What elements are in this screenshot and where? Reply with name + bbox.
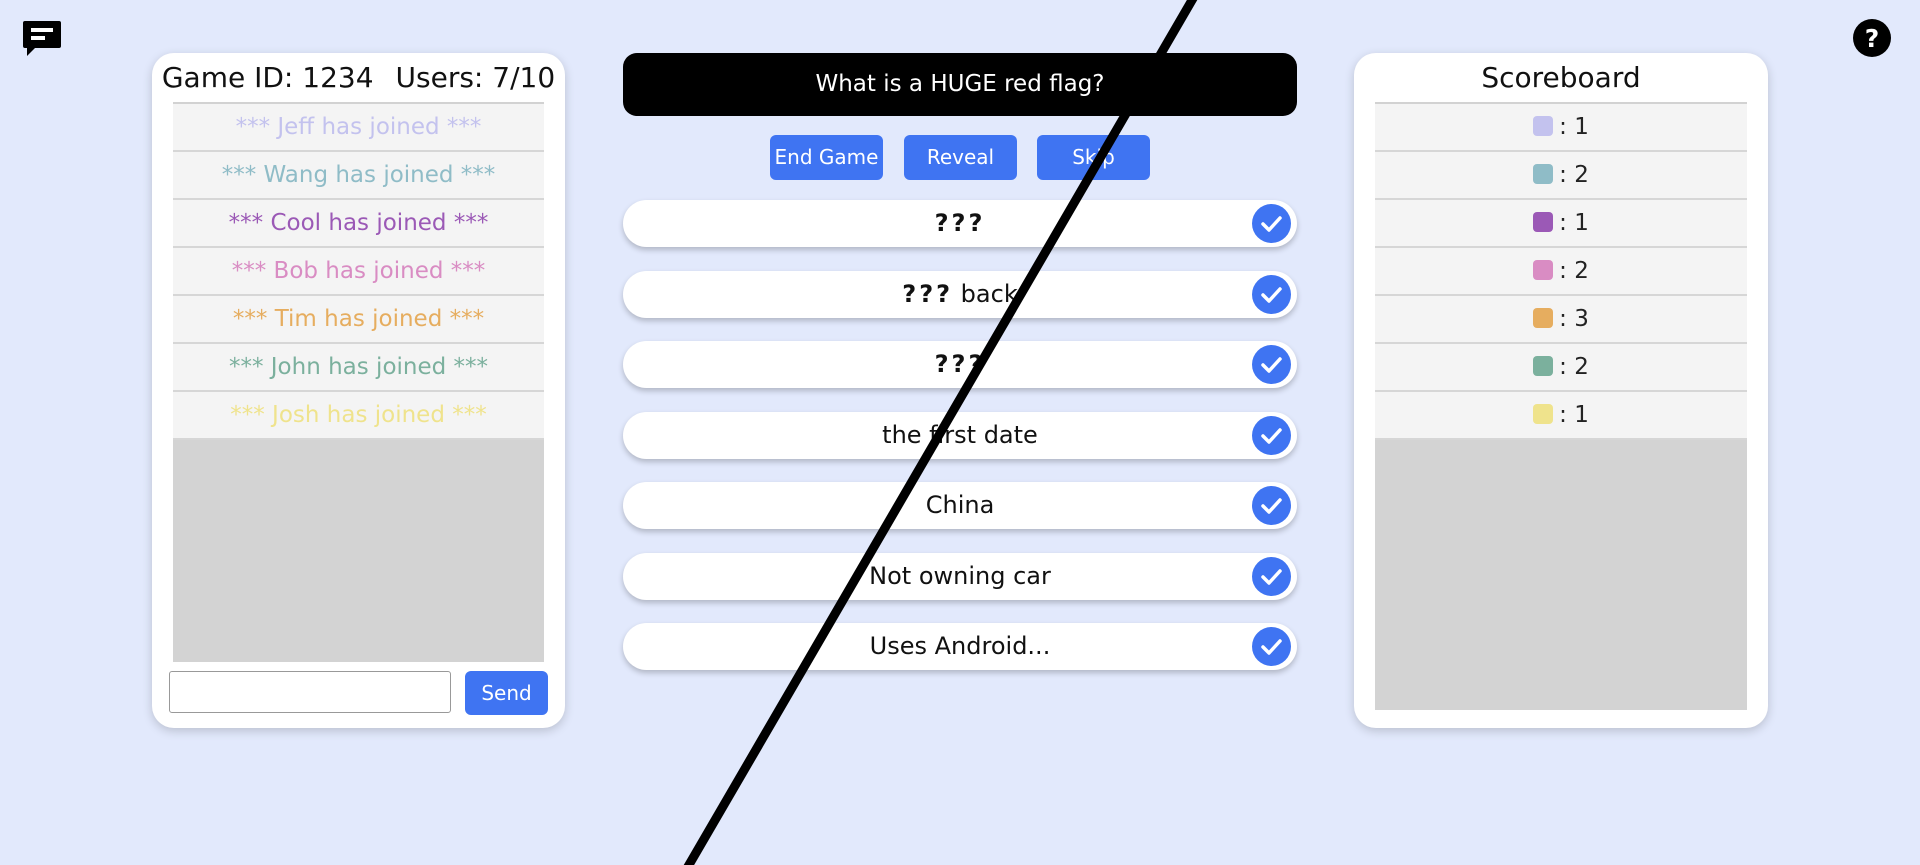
chat-message: *** John has joined *** (173, 344, 544, 392)
answer-card[interactable]: ??? (623, 341, 1297, 388)
answer-text: China (925, 491, 995, 519)
chat-message-list[interactable]: *** Jeff has joined *** *** Wang has join… (173, 102, 544, 662)
score-list: : 1 : 2 : 1 : 2 : 3 : 2 : 1 (1375, 102, 1747, 710)
answer-card[interactable]: ??? (623, 200, 1297, 247)
skip-button[interactable]: Skip (1037, 135, 1150, 180)
answer-card[interactable]: the first date (623, 411, 1297, 459)
checkmark-icon[interactable] (1252, 204, 1291, 243)
scoreboard-title: Scoreboard (1481, 61, 1641, 94)
checkmark-icon[interactable] (1252, 556, 1291, 596)
answer-text: ??? (934, 350, 986, 378)
player-color-swatch (1533, 260, 1554, 280)
chat-message: *** Josh has joined *** (173, 392, 544, 440)
checkmark-icon[interactable] (1252, 415, 1291, 455)
question-banner: What is a HUGE red flag? (623, 53, 1297, 116)
score-value: : 2 (1559, 258, 1589, 284)
answer-text: ??? (934, 209, 986, 237)
chat-message: *** Cool has joined *** (173, 200, 544, 248)
chat-bubble-icon[interactable] (22, 18, 62, 58)
player-color-swatch (1533, 308, 1554, 328)
score-row: : 2 (1375, 152, 1747, 200)
score-row: : 1 (1375, 104, 1747, 152)
answer-text: ??? back (902, 279, 1018, 308)
answer-text: Uses Android... (869, 632, 1051, 660)
chat-message-input[interactable] (169, 671, 451, 713)
score-row: : 2 (1375, 248, 1747, 296)
send-button[interactable]: Send (465, 671, 548, 715)
score-value: : 1 (1559, 402, 1589, 428)
game-id-label: Game ID: 1234 (161, 61, 374, 94)
score-value: : 3 (1559, 306, 1589, 332)
chat-panel: Game ID: 1234 Users: 7/10 *** Jeff has jo… (152, 53, 565, 728)
answer-card[interactable]: Not owning car (623, 552, 1297, 600)
checkmark-icon[interactable] (1252, 345, 1291, 384)
score-value: : 1 (1559, 210, 1589, 236)
question-mark-icon[interactable]: ? (1852, 18, 1892, 58)
chat-message: *** Jeff has joined *** (173, 104, 544, 152)
checkmark-icon[interactable] (1252, 274, 1291, 314)
checkmark-icon[interactable] (1252, 486, 1291, 525)
player-color-swatch (1533, 164, 1554, 184)
player-color-swatch (1533, 404, 1554, 424)
answer-text: Not owning car (869, 561, 1051, 590)
score-row: : 2 (1375, 344, 1747, 392)
svg-text:?: ? (1865, 24, 1880, 53)
player-color-swatch (1533, 116, 1554, 136)
score-row: : 1 (1375, 200, 1747, 248)
chat-message: *** Tim has joined *** (173, 296, 544, 344)
chat-message: *** Bob has joined *** (173, 248, 544, 296)
score-row: : 3 (1375, 296, 1747, 344)
chat-message: *** Wang has joined *** (173, 152, 544, 200)
score-row: : 1 (1375, 392, 1747, 440)
player-color-swatch (1533, 212, 1554, 232)
score-value: : 1 (1559, 114, 1589, 140)
reveal-button[interactable]: Reveal (904, 135, 1017, 180)
users-count-label: Users: 7/10 (395, 61, 556, 94)
score-value: : 2 (1559, 162, 1589, 188)
end-game-button[interactable]: End Game (770, 135, 883, 180)
score-value: : 2 (1559, 354, 1589, 380)
scoreboard-panel: Scoreboard : 1 : 2 : 1 : 2 : 3 : 2 : 1 (1354, 53, 1768, 728)
chat-header: Game ID: 1234 Users: 7/10 (152, 53, 565, 101)
answer-text: the first date (882, 420, 1038, 449)
answer-card[interactable]: ??? back (623, 270, 1297, 318)
checkmark-icon[interactable] (1252, 627, 1291, 666)
answer-card[interactable]: Uses Android... (623, 623, 1297, 670)
player-color-swatch (1533, 356, 1554, 376)
answer-card[interactable]: China (623, 482, 1297, 529)
